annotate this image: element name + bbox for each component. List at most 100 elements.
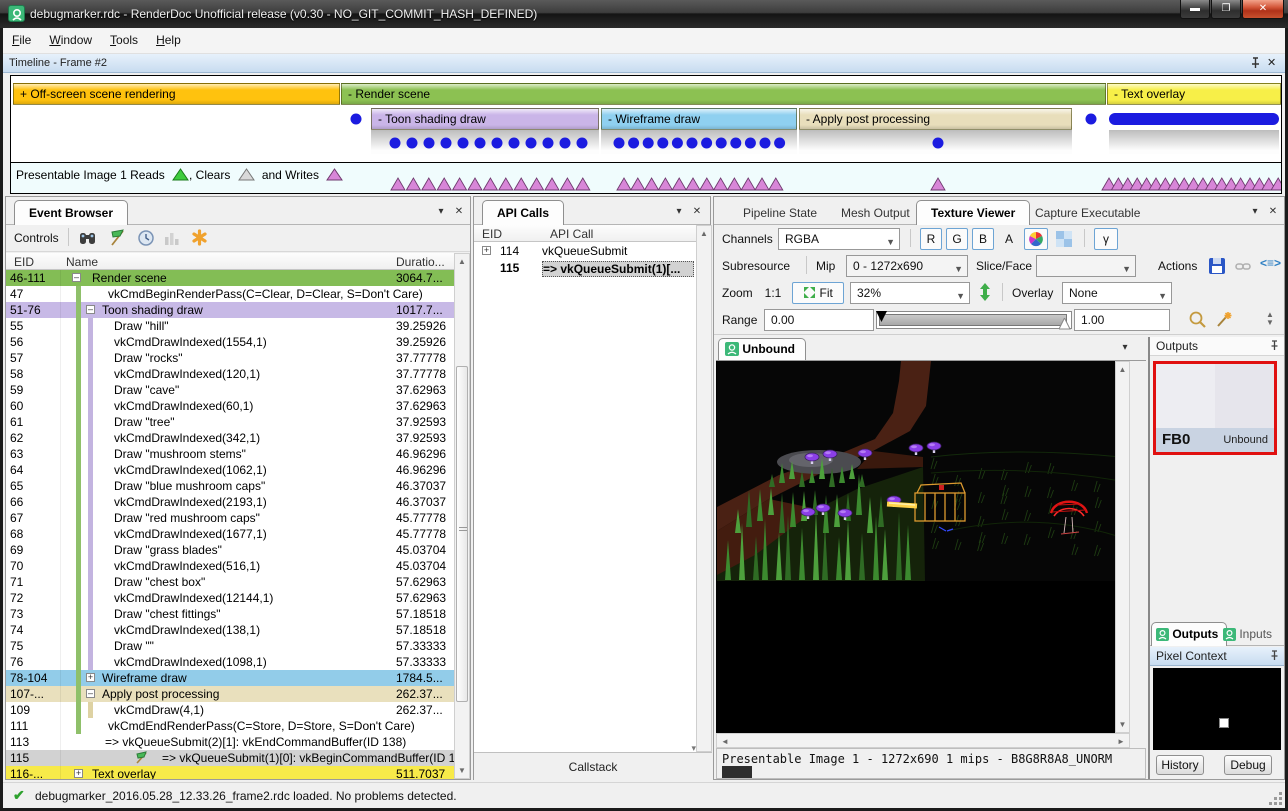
- zoom-percent-combo[interactable]: 32%▼: [850, 282, 970, 304]
- event-row[interactable]: 107-...–Apply post processing262.37...: [6, 686, 454, 702]
- timeline-marker---text-overlay[interactable]: - Text overlay: [1107, 83, 1281, 105]
- event-row[interactable]: 58vkCmdDrawIndexed(120,1)37.77778: [6, 366, 454, 382]
- event-row[interactable]: 71Draw "chest box"57.62963: [6, 574, 454, 590]
- tab-outputs[interactable]: Outputs: [1151, 622, 1227, 646]
- event-row[interactable]: 61Draw "tree"37.92593: [6, 414, 454, 430]
- zoom-1to1-button[interactable]: 1:1: [758, 282, 788, 304]
- event-row[interactable]: 109vkCmdDraw(4,1)262.37...: [6, 702, 454, 718]
- autofit-wand-icon[interactable]: [1214, 310, 1233, 334]
- bookmark-star-icon[interactable]: [190, 228, 209, 252]
- texture-viewport[interactable]: ▲▼: [716, 361, 1130, 733]
- timeline-marker---toon-shading-draw[interactable]: - Toon shading draw: [371, 108, 599, 130]
- output-thumbnail-fb0[interactable]: FB0 Unbound: [1153, 361, 1277, 455]
- api-call-list[interactable]: +114vkQueueSubmit115=> vkQueueSubmit(1)[…: [474, 242, 696, 752]
- collapse-icon[interactable]: ▾: [476, 743, 696, 754]
- event-row[interactable]: 68vkCmdDrawIndexed(1677,1)45.77778: [6, 526, 454, 542]
- event-row[interactable]: 78-104+Wireframe draw1784.5...: [6, 670, 454, 686]
- tab-texture-viewer[interactable]: Texture Viewer: [916, 200, 1030, 225]
- event-row[interactable]: 111vkCmdEndRenderPass(C=Store, D=Store, …: [6, 718, 454, 734]
- expander-expand[interactable]: +: [482, 246, 491, 255]
- event-table-header[interactable]: EID Name Duratio...: [6, 253, 454, 270]
- event-row[interactable]: 69Draw "grass blades"45.03704: [6, 542, 454, 558]
- zoom-fit-button[interactable]: Fit: [792, 282, 844, 304]
- event-row[interactable]: 51-76–Toon shading draw1017.7...: [6, 302, 454, 318]
- event-row[interactable]: 64vkCmdDrawIndexed(1062,1)46.96296: [6, 462, 454, 478]
- panel-close-icon[interactable]: ✕: [690, 205, 704, 219]
- flip-vertical-icon[interactable]: [978, 283, 992, 306]
- api-calls-scrollbar[interactable]: ▲: [696, 225, 712, 752]
- save-texture-icon[interactable]: [1208, 257, 1226, 280]
- channel-b-button[interactable]: B: [972, 228, 994, 250]
- event-row[interactable]: 72vkCmdDrawIndexed(12144,1)57.62963: [6, 590, 454, 606]
- close-button[interactable]: ✕: [1242, 0, 1284, 19]
- menu-help[interactable]: Help: [147, 28, 190, 52]
- toolbar-overflow-icon[interactable]: ▲▼: [1266, 311, 1274, 327]
- find-event-icon[interactable]: [78, 229, 98, 252]
- event-table[interactable]: 46-111–Render scene3064.7...47vkCmdBegin…: [6, 270, 454, 779]
- event-row[interactable]: 47vkCmdBeginRenderPass(C=Clear, D=Clear,…: [6, 286, 454, 302]
- close-icon[interactable]: ✕: [1267, 56, 1276, 69]
- range-min-input[interactable]: 0.00: [764, 309, 874, 331]
- menu-window[interactable]: Window: [40, 28, 101, 52]
- scrollbar-thumb[interactable]: [456, 366, 468, 702]
- tab-mesh-output[interactable]: Mesh Output: [826, 200, 925, 225]
- viewport-vscrollbar[interactable]: ▲▼: [1115, 361, 1130, 733]
- mip-select[interactable]: 0 - 1272x690▼: [846, 255, 968, 277]
- event-row[interactable]: 70vkCmdDrawIndexed(516,1)45.03704: [6, 558, 454, 574]
- color-wheel-icon[interactable]: [1024, 228, 1048, 250]
- event-row[interactable]: 113=> vkQueueSubmit(2)[1]: vkEndCommandB…: [6, 734, 454, 750]
- menu-file[interactable]: File: [3, 28, 40, 52]
- event-row[interactable]: 46-111–Render scene3064.7...: [6, 270, 454, 286]
- event-row[interactable]: 75Draw ""57.33333: [6, 638, 454, 654]
- event-row[interactable]: 65Draw "blue mushroom caps"46.37037: [6, 478, 454, 494]
- timeline-marker---apply-post-processing[interactable]: - Apply post processing: [799, 108, 1072, 130]
- event-row[interactable]: 56vkCmdDrawIndexed(1554,1)39.25926: [6, 334, 454, 350]
- expander-collapse[interactable]: –: [86, 689, 95, 698]
- menu-tools[interactable]: Tools: [101, 28, 147, 52]
- tab-api-calls[interactable]: API Calls: [482, 200, 564, 225]
- zoom-range-icon[interactable]: [1188, 310, 1207, 334]
- event-row[interactable]: 60vkCmdDrawIndexed(60,1)37.62963: [6, 398, 454, 414]
- time-events-icon[interactable]: [137, 229, 155, 252]
- api-call-row[interactable]: +114vkQueueSubmit: [474, 242, 696, 259]
- panel-close-icon[interactable]: ✕: [1266, 205, 1280, 219]
- debug-button[interactable]: Debug: [1224, 755, 1272, 775]
- tab-capture-executable[interactable]: Capture Executable: [1020, 200, 1155, 225]
- maximize-button[interactable]: ❐: [1211, 0, 1241, 19]
- event-browser-scrollbar[interactable]: ▲ ▼: [454, 253, 470, 779]
- tab-inputs[interactable]: Inputs: [1218, 622, 1281, 646]
- panel-close-icon[interactable]: ✕: [452, 205, 466, 219]
- event-row[interactable]: 116-...+Text overlay511.7037: [6, 766, 454, 779]
- event-row[interactable]: 67Draw "red mushroom caps"45.77778: [6, 510, 454, 526]
- api-call-row[interactable]: 115=> vkQueueSubmit(1)[...: [474, 259, 696, 276]
- tab-pipeline-state[interactable]: Pipeline State: [728, 200, 832, 225]
- panel-menu-icon[interactable]: ▾: [1248, 205, 1262, 219]
- expander-expand[interactable]: +: [86, 673, 95, 682]
- channel-r-button[interactable]: R: [920, 228, 942, 250]
- event-row[interactable]: 76vkCmdDrawIndexed(1098,1)57.33333: [6, 654, 454, 670]
- panel-menu-icon[interactable]: ▾: [434, 205, 448, 219]
- expander-collapse[interactable]: –: [86, 305, 95, 314]
- pin-icon[interactable]: [1249, 56, 1261, 73]
- expander-collapse[interactable]: –: [72, 273, 81, 282]
- pin-icon[interactable]: [1269, 339, 1280, 355]
- view-code-icon[interactable]: <≡>: [1260, 256, 1281, 270]
- channel-g-button[interactable]: G: [946, 228, 968, 250]
- texture-tab-menu-icon[interactable]: ▾: [1118, 341, 1132, 355]
- history-button[interactable]: History: [1156, 755, 1204, 775]
- event-row[interactable]: 63Draw "mushroom stems"46.96296: [6, 446, 454, 462]
- slice-face-select[interactable]: ▼: [1036, 255, 1136, 277]
- channel-a-button[interactable]: A: [998, 228, 1020, 250]
- pin-icon[interactable]: [1269, 649, 1280, 665]
- viewport-hscrollbar[interactable]: ◄►: [716, 733, 1130, 748]
- goto-event-icon[interactable]: [108, 228, 128, 252]
- timeline-marker---render-scene[interactable]: - Render scene: [341, 83, 1106, 105]
- timeline-marker---wireframe-draw[interactable]: - Wireframe draw: [601, 108, 797, 130]
- gamma-button[interactable]: γ: [1094, 228, 1118, 250]
- tab-event-browser[interactable]: Event Browser: [14, 200, 128, 225]
- tab-texture-unbound[interactable]: Unbound: [718, 338, 806, 360]
- event-row[interactable]: 66vkCmdDrawIndexed(2193,1)46.37037: [6, 494, 454, 510]
- alpha-checkerboard-icon[interactable]: [1052, 228, 1076, 250]
- event-row[interactable]: 59Draw "cave"37.62963: [6, 382, 454, 398]
- resize-grip[interactable]: [1269, 792, 1283, 806]
